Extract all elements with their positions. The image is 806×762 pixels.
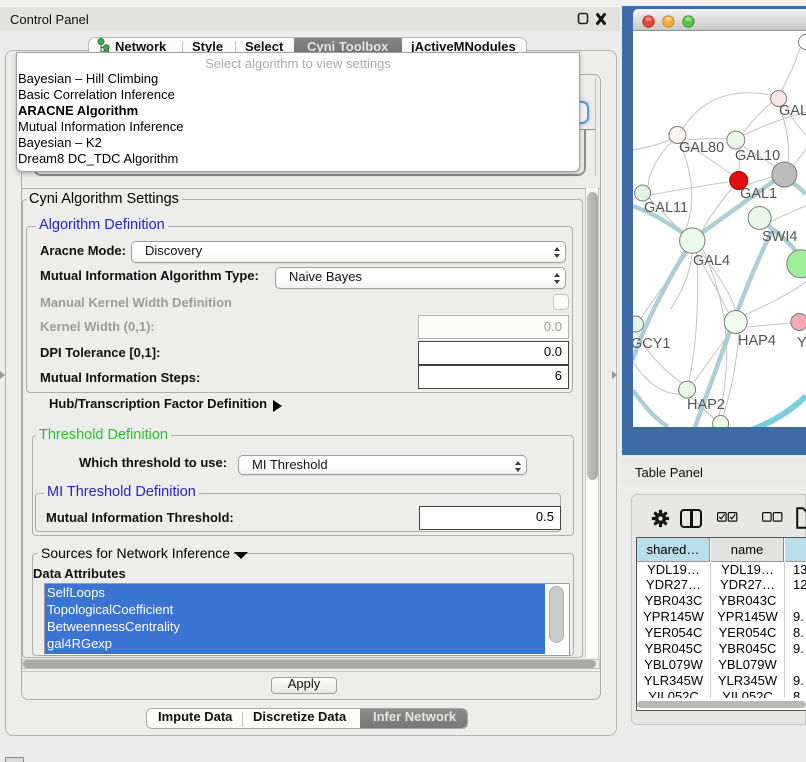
svg-text:GAL11: GAL11 — [644, 200, 688, 216]
svg-text:HAP2: HAP2 — [687, 397, 725, 413]
svg-text:GAL10: GAL10 — [735, 148, 780, 164]
svg-text:Y: Y — [797, 335, 806, 351]
svg-text:GCY1: GCY1 — [633, 336, 671, 352]
svg-text:SWI4: SWI4 — [762, 229, 797, 245]
svg-text:GAL7: GAL7 — [779, 103, 806, 119]
svg-text:GAL1: GAL1 — [740, 186, 777, 202]
svg-text:GAL4: GAL4 — [693, 253, 730, 269]
svg-text:GAL80: GAL80 — [679, 140, 724, 156]
svg-text:HAP4: HAP4 — [738, 333, 776, 349]
